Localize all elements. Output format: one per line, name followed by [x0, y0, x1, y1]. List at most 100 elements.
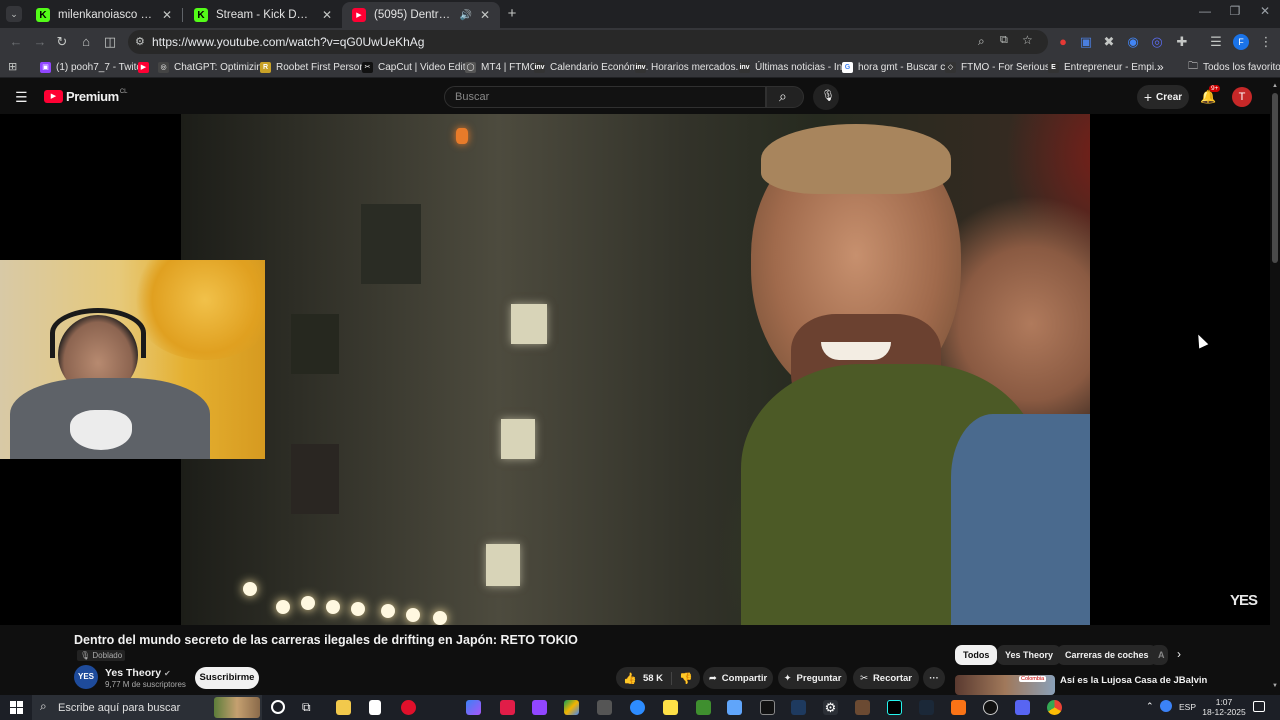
bookmark-capcut[interactable]: ✂ CapCut | Video Edit...	[362, 60, 474, 74]
scroll-down-arrow-icon[interactable]: ▼	[1272, 683, 1278, 689]
bookmark-calendario[interactable]: inv Calendario Económi...	[534, 60, 648, 74]
video-player[interactable]: YES	[0, 114, 1270, 625]
dislike-button[interactable]: 👎	[672, 672, 693, 685]
back-icon[interactable]: ←	[8, 34, 24, 50]
video-frame[interactable]	[181, 114, 1090, 625]
bookmark-hora-gmt[interactable]: Ghora gmt - Buscar c...	[842, 60, 954, 74]
close-icon[interactable]: ✕	[480, 8, 490, 22]
zoom-icon[interactable]: ⌕	[978, 34, 985, 49]
channel-name[interactable]: Yes Theory ✔	[105, 667, 171, 679]
audio-playing-icon[interactable]: 🔊	[459, 10, 471, 21]
page-scrollbar[interactable]: ▲ ▼	[1270, 79, 1280, 695]
share-button[interactable]: ➦ Compartir	[703, 667, 773, 689]
tab-youtube-video[interactable]: ▶ (5095) Dentro del mundo s 🔊 ✕	[342, 2, 500, 28]
address-bar[interactable]: ⚙ https://www.youtube.com/watch?v=qG0UwU…	[128, 30, 1048, 54]
channel-watermark[interactable]: YES	[1230, 592, 1258, 609]
chip-all[interactable]: Todos	[955, 645, 998, 665]
twitch-icon[interactable]	[532, 700, 547, 715]
tray-overflow-chevron-icon[interactable]: ⌃	[1146, 701, 1154, 712]
media-controls-icon[interactable]: ☰	[1208, 34, 1224, 50]
bookmarks-overflow-button[interactable]: »	[1157, 60, 1164, 74]
search-box[interactable]	[444, 86, 766, 108]
hamburger-menu-icon[interactable]: ☰	[15, 89, 28, 106]
scrollbar-thumb[interactable]	[1272, 93, 1278, 263]
recommendation-thumbnail[interactable]: Colombia	[955, 675, 1055, 695]
extension-icon[interactable]: ◉	[1125, 34, 1141, 50]
search-input[interactable]	[445, 87, 765, 107]
chip-overflow[interactable]: A	[1150, 645, 1168, 665]
notification-center-icon[interactable]	[1253, 701, 1265, 712]
app-blue-icon[interactable]	[727, 700, 742, 715]
obs-icon[interactable]	[983, 700, 998, 715]
bookmark-horarios[interactable]: inv Horarios mercados...	[635, 60, 744, 74]
youtube-premium-logo[interactable]: ▶ Premium CL	[44, 89, 128, 104]
puzzle-extensions-icon[interactable]: ✚	[1174, 34, 1190, 50]
forward-icon[interactable]: →	[32, 34, 48, 50]
bookmark-roobet[interactable]: R Roobet First Person...	[260, 60, 373, 74]
minecraft-icon[interactable]	[696, 700, 711, 715]
cortana-icon[interactable]	[271, 700, 285, 714]
bookmark-noticias[interactable]: inv Últimas noticias - In...	[739, 60, 851, 74]
bookmark-ftmo[interactable]: ◇ FTMO - For Serious...	[945, 60, 1058, 74]
voice-search-button[interactable]: 🎙	[813, 84, 839, 110]
capcut-icon[interactable]	[760, 700, 775, 715]
extension-icon[interactable]: ●	[1055, 34, 1071, 50]
network-icon[interactable]	[1160, 700, 1172, 712]
sticky-notes-icon[interactable]	[663, 700, 678, 715]
like-button[interactable]: 👍 58 K	[623, 671, 673, 685]
all-bookmarks-folder[interactable]: 🗀 Todos los favoritos	[1188, 60, 1280, 74]
channel-avatar[interactable]: YES	[74, 665, 98, 689]
extension-icon[interactable]: ◎	[1149, 34, 1165, 50]
copilot-icon[interactable]	[466, 700, 481, 715]
input-language[interactable]: ESP	[1179, 702, 1196, 712]
zoom-icon[interactable]	[630, 700, 645, 715]
app-dark-icon[interactable]	[791, 700, 806, 715]
close-icon[interactable]: ✕	[162, 8, 172, 22]
profile-avatar-icon[interactable]: F	[1233, 34, 1249, 50]
subscribe-button[interactable]: Suscribirme	[195, 667, 259, 689]
extension-icon[interactable]: ✖	[1101, 34, 1117, 50]
close-window-button[interactable]: ✕	[1250, 4, 1280, 22]
bookmark-youtube[interactable]: ▶	[138, 60, 154, 74]
create-button[interactable]: + Crear	[1137, 85, 1189, 109]
bookmark-twitch[interactable]: ▣ (1) pooh7_7 - Twitch	[40, 60, 147, 74]
recommendation-title[interactable]: Así es la Lujosa Casa de JBalvin	[1060, 675, 1207, 686]
clip-button[interactable]: ✂ Recortar	[853, 667, 919, 689]
restore-button[interactable]: ❐	[1220, 4, 1250, 22]
home-icon[interactable]: ⌂	[78, 34, 94, 50]
taskbar-search[interactable]: ⌕ Escribe aquí para buscar	[32, 695, 262, 720]
tiktok-icon[interactable]	[887, 700, 902, 715]
translate-extension-icon[interactable]: ▣	[1078, 34, 1094, 50]
chip-yes-theory[interactable]: Yes Theory	[997, 645, 1062, 665]
notifications-button[interactable]: 🔔 9+	[1200, 85, 1221, 106]
account-avatar[interactable]: T	[1232, 87, 1252, 107]
tab-kick-stream[interactable]: K milenkanoiasco Stream - Watch ✕	[26, 2, 182, 28]
bookmark-mt4-ftmo[interactable]: ◯ MT4 | FTMO	[465, 60, 537, 74]
notepad-icon[interactable]	[369, 700, 381, 715]
recommendation-menu-icon[interactable]: ⋮	[1187, 675, 1198, 688]
windows-start-icon[interactable]	[10, 701, 23, 714]
app-red-icon[interactable]	[500, 700, 515, 715]
discord-icon[interactable]	[1015, 700, 1030, 715]
split-view-icon[interactable]: ◫	[102, 34, 118, 50]
taskbar-clock[interactable]: 1:07 18-12-2025	[1200, 697, 1248, 717]
file-explorer-icon[interactable]	[336, 700, 351, 715]
url-text[interactable]: https://www.youtube.com/watch?v=qG0UwUeK…	[152, 35, 424, 49]
steam-icon[interactable]	[919, 700, 934, 715]
bookmark-star-icon[interactable]: ☆	[1022, 33, 1033, 47]
app-photo-icon[interactable]	[855, 700, 870, 715]
menu-kebab-icon[interactable]: ⋮	[1258, 34, 1274, 50]
scroll-up-arrow-icon[interactable]: ▲	[1272, 83, 1278, 89]
chevron-right-icon[interactable]: ›	[1177, 647, 1181, 661]
opera-icon[interactable]	[401, 700, 416, 715]
new-tab-button[interactable]: +	[505, 5, 519, 22]
install-app-icon[interactable]: ⧉	[1000, 34, 1008, 47]
minimize-button[interactable]: —	[1190, 4, 1220, 22]
drive-icon[interactable]	[564, 700, 579, 715]
bookmark-entrepreneur[interactable]: E Entrepreneur - Empi...	[1048, 60, 1162, 74]
more-actions-button[interactable]: ···	[923, 667, 945, 689]
ask-button[interactable]: ✦ Preguntar	[778, 667, 847, 689]
settings-gear-icon[interactable]: ⚙	[823, 700, 838, 715]
close-icon[interactable]: ✕	[322, 8, 332, 22]
tab-search-button[interactable]: ⌄	[6, 6, 22, 22]
